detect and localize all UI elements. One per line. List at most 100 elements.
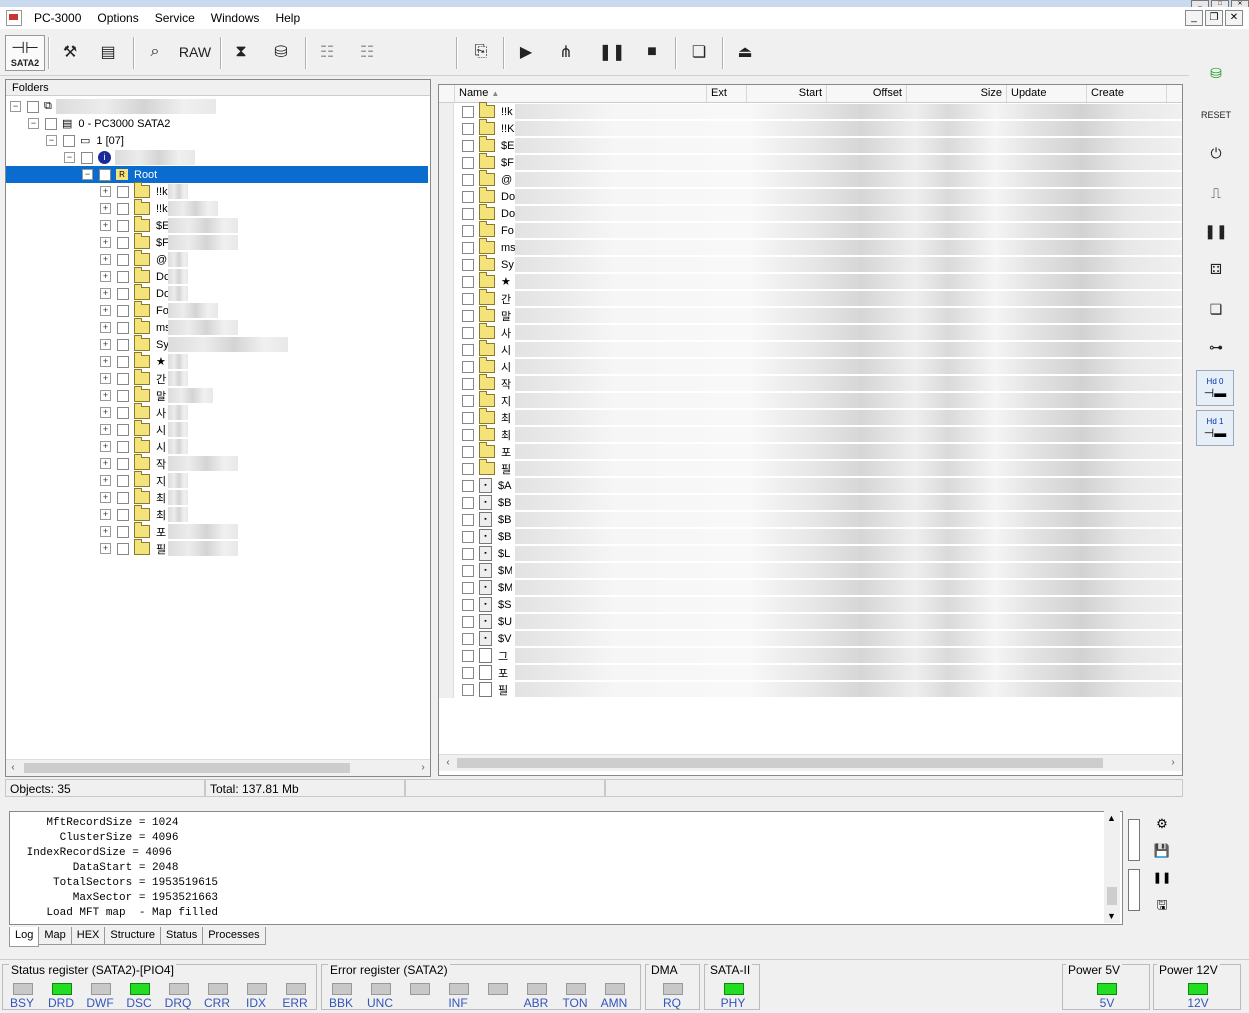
row-checkbox[interactable] — [462, 615, 474, 628]
file-list-row[interactable]: ▪ $A — [439, 477, 1182, 494]
row-checkbox[interactable] — [462, 411, 474, 424]
disk-button[interactable]: ⛁ — [268, 35, 294, 69]
scroll-thumb[interactable] — [457, 758, 1103, 768]
mdi-close-icon[interactable]: ✕ — [1225, 10, 1243, 26]
row-checkbox[interactable] — [462, 241, 474, 254]
tree-checkbox[interactable] — [117, 406, 129, 419]
raw-button[interactable]: RAW — [177, 35, 213, 69]
expand-icon[interactable]: + — [100, 271, 111, 282]
tree-root-computer[interactable]: − ⧉ — [10, 98, 216, 115]
menu-help[interactable]: Help — [267, 11, 308, 25]
tree-folder-item[interactable]: + 최 — [100, 488, 188, 506]
row-checkbox[interactable] — [462, 377, 474, 390]
tab-map[interactable]: Map — [38, 927, 72, 945]
menu-service[interactable]: Service — [147, 11, 203, 25]
play-button[interactable]: ▶ — [514, 35, 538, 69]
row-checkbox[interactable] — [462, 479, 474, 492]
file-list-row[interactable]: ▪ $S — [439, 596, 1182, 613]
script-button[interactable]: ▤ — [96, 35, 120, 69]
expand-icon[interactable]: + — [100, 509, 111, 520]
hd1-button[interactable]: Hd 1 ⊣▬ — [1196, 410, 1234, 446]
column-create[interactable]: Create — [1087, 85, 1167, 102]
tree-folder-item[interactable]: + Do — [100, 284, 188, 302]
expand-icon[interactable]: + — [100, 339, 111, 350]
expand-icon[interactable]: + — [100, 475, 111, 486]
tree-expand-button[interactable]: ☷ — [313, 35, 341, 69]
scroll-thumb[interactable] — [24, 763, 350, 773]
row-checkbox[interactable] — [462, 598, 474, 611]
tree-partition[interactable]: − ▭ 1 [07] — [46, 132, 124, 149]
tab-processes[interactable]: Processes — [202, 927, 266, 945]
scroll-left-icon[interactable]: ‹ — [441, 755, 455, 771]
tree-folder-item[interactable]: + 필 — [100, 539, 238, 557]
tree-folder-item[interactable]: + $F — [100, 233, 238, 251]
file-list-row[interactable]: 포 — [439, 664, 1182, 681]
expand-icon[interactable]: + — [100, 458, 111, 469]
file-list-row[interactable]: 작 — [439, 374, 1182, 392]
chip-button[interactable]: ⚃ — [1200, 254, 1232, 284]
column-name[interactable]: Name ▲ — [455, 85, 707, 102]
exit-button[interactable]: ⏏ — [732, 35, 758, 69]
tree-checkbox[interactable] — [117, 389, 129, 402]
column-start[interactable]: Start — [747, 85, 827, 102]
sata2-button[interactable]: ⊣⊢ SATA2 — [5, 35, 45, 71]
log-save-button[interactable]: 💾 — [1152, 841, 1172, 861]
tree-checkbox[interactable] — [117, 542, 129, 555]
tree-checkbox[interactable] — [117, 440, 129, 453]
power-button[interactable]: ⏻ — [1200, 138, 1232, 168]
expand-icon[interactable]: + — [100, 424, 111, 435]
log-pause-button[interactable]: ❚❚ — [1152, 868, 1172, 888]
file-list-row[interactable]: 지 — [439, 391, 1182, 409]
row-checkbox[interactable] — [462, 139, 474, 152]
tree-folder-item[interactable]: + 시 — [100, 420, 188, 438]
expand-icon[interactable]: + — [100, 390, 111, 401]
tab-status[interactable]: Status — [160, 927, 204, 945]
tree-folder-item[interactable]: + !!k — [100, 199, 218, 217]
scroll-up-icon[interactable]: ▲ — [1107, 813, 1116, 823]
tree-folder-item[interactable]: + @ — [100, 250, 188, 268]
file-list-row[interactable]: ▪ $V — [439, 630, 1182, 647]
log-settings-button[interactable]: ⚙ — [1152, 814, 1172, 834]
scroll-right-icon[interactable]: › — [416, 760, 430, 776]
reset-button[interactable]: RESET — [1200, 100, 1232, 130]
tab-log[interactable]: Log — [9, 927, 40, 947]
file-list-row[interactable]: ▪ $B — [439, 511, 1182, 528]
tree-folder-item[interactable]: + ms — [100, 318, 238, 336]
hd0-button[interactable]: Hd 0 ⊣▬ — [1196, 370, 1234, 406]
disk-green-button[interactable]: ⛁ — [1200, 58, 1232, 88]
file-list-row[interactable]: 필 — [439, 681, 1182, 698]
tree-checkbox[interactable] — [117, 270, 129, 283]
row-checkbox[interactable] — [462, 258, 474, 271]
tree-checkbox[interactable] — [117, 236, 129, 249]
mdi-minimize-icon[interactable]: _ — [1185, 10, 1203, 26]
expand-icon[interactable]: + — [100, 186, 111, 197]
file-list-row[interactable]: 필 — [439, 459, 1182, 477]
tree-folder-item[interactable]: + 작 — [100, 454, 238, 472]
tree-checkbox[interactable] — [99, 168, 111, 181]
column-update[interactable]: Update — [1007, 85, 1087, 102]
row-checkbox[interactable] — [462, 292, 474, 305]
collapse-icon[interactable]: − — [28, 118, 39, 129]
tree-checkbox[interactable] — [81, 151, 93, 164]
file-list-row[interactable]: Sy — [439, 255, 1182, 273]
tree-checkbox[interactable] — [117, 474, 129, 487]
row-checkbox[interactable] — [462, 428, 474, 441]
row-checkbox[interactable] — [462, 343, 474, 356]
tree-hscrollbar[interactable]: ‹ › — [6, 759, 430, 776]
row-checkbox[interactable] — [462, 309, 474, 322]
pause-button[interactable]: ❚❚ — [599, 35, 626, 69]
file-list-row[interactable]: $E — [439, 136, 1182, 154]
tools-button[interactable]: ⚒ — [58, 35, 82, 69]
row-checkbox[interactable] — [462, 666, 474, 679]
file-list-row[interactable]: ms — [439, 238, 1182, 256]
tree-folder-item[interactable]: + Do — [100, 267, 188, 285]
file-list-row[interactable]: !!k — [439, 102, 1182, 120]
file-list-row[interactable]: !!K — [439, 119, 1182, 137]
tree-folder-item[interactable]: + 사 — [100, 403, 188, 421]
scroll-thumb[interactable] — [1107, 887, 1117, 905]
files-hscrollbar[interactable]: ‹ › — [439, 754, 1182, 771]
tree-folder-item[interactable]: + 지 — [100, 471, 188, 489]
row-checkbox[interactable] — [462, 275, 474, 288]
collapse-icon[interactable]: − — [10, 101, 21, 112]
file-list-row[interactable]: 최 — [439, 425, 1182, 443]
